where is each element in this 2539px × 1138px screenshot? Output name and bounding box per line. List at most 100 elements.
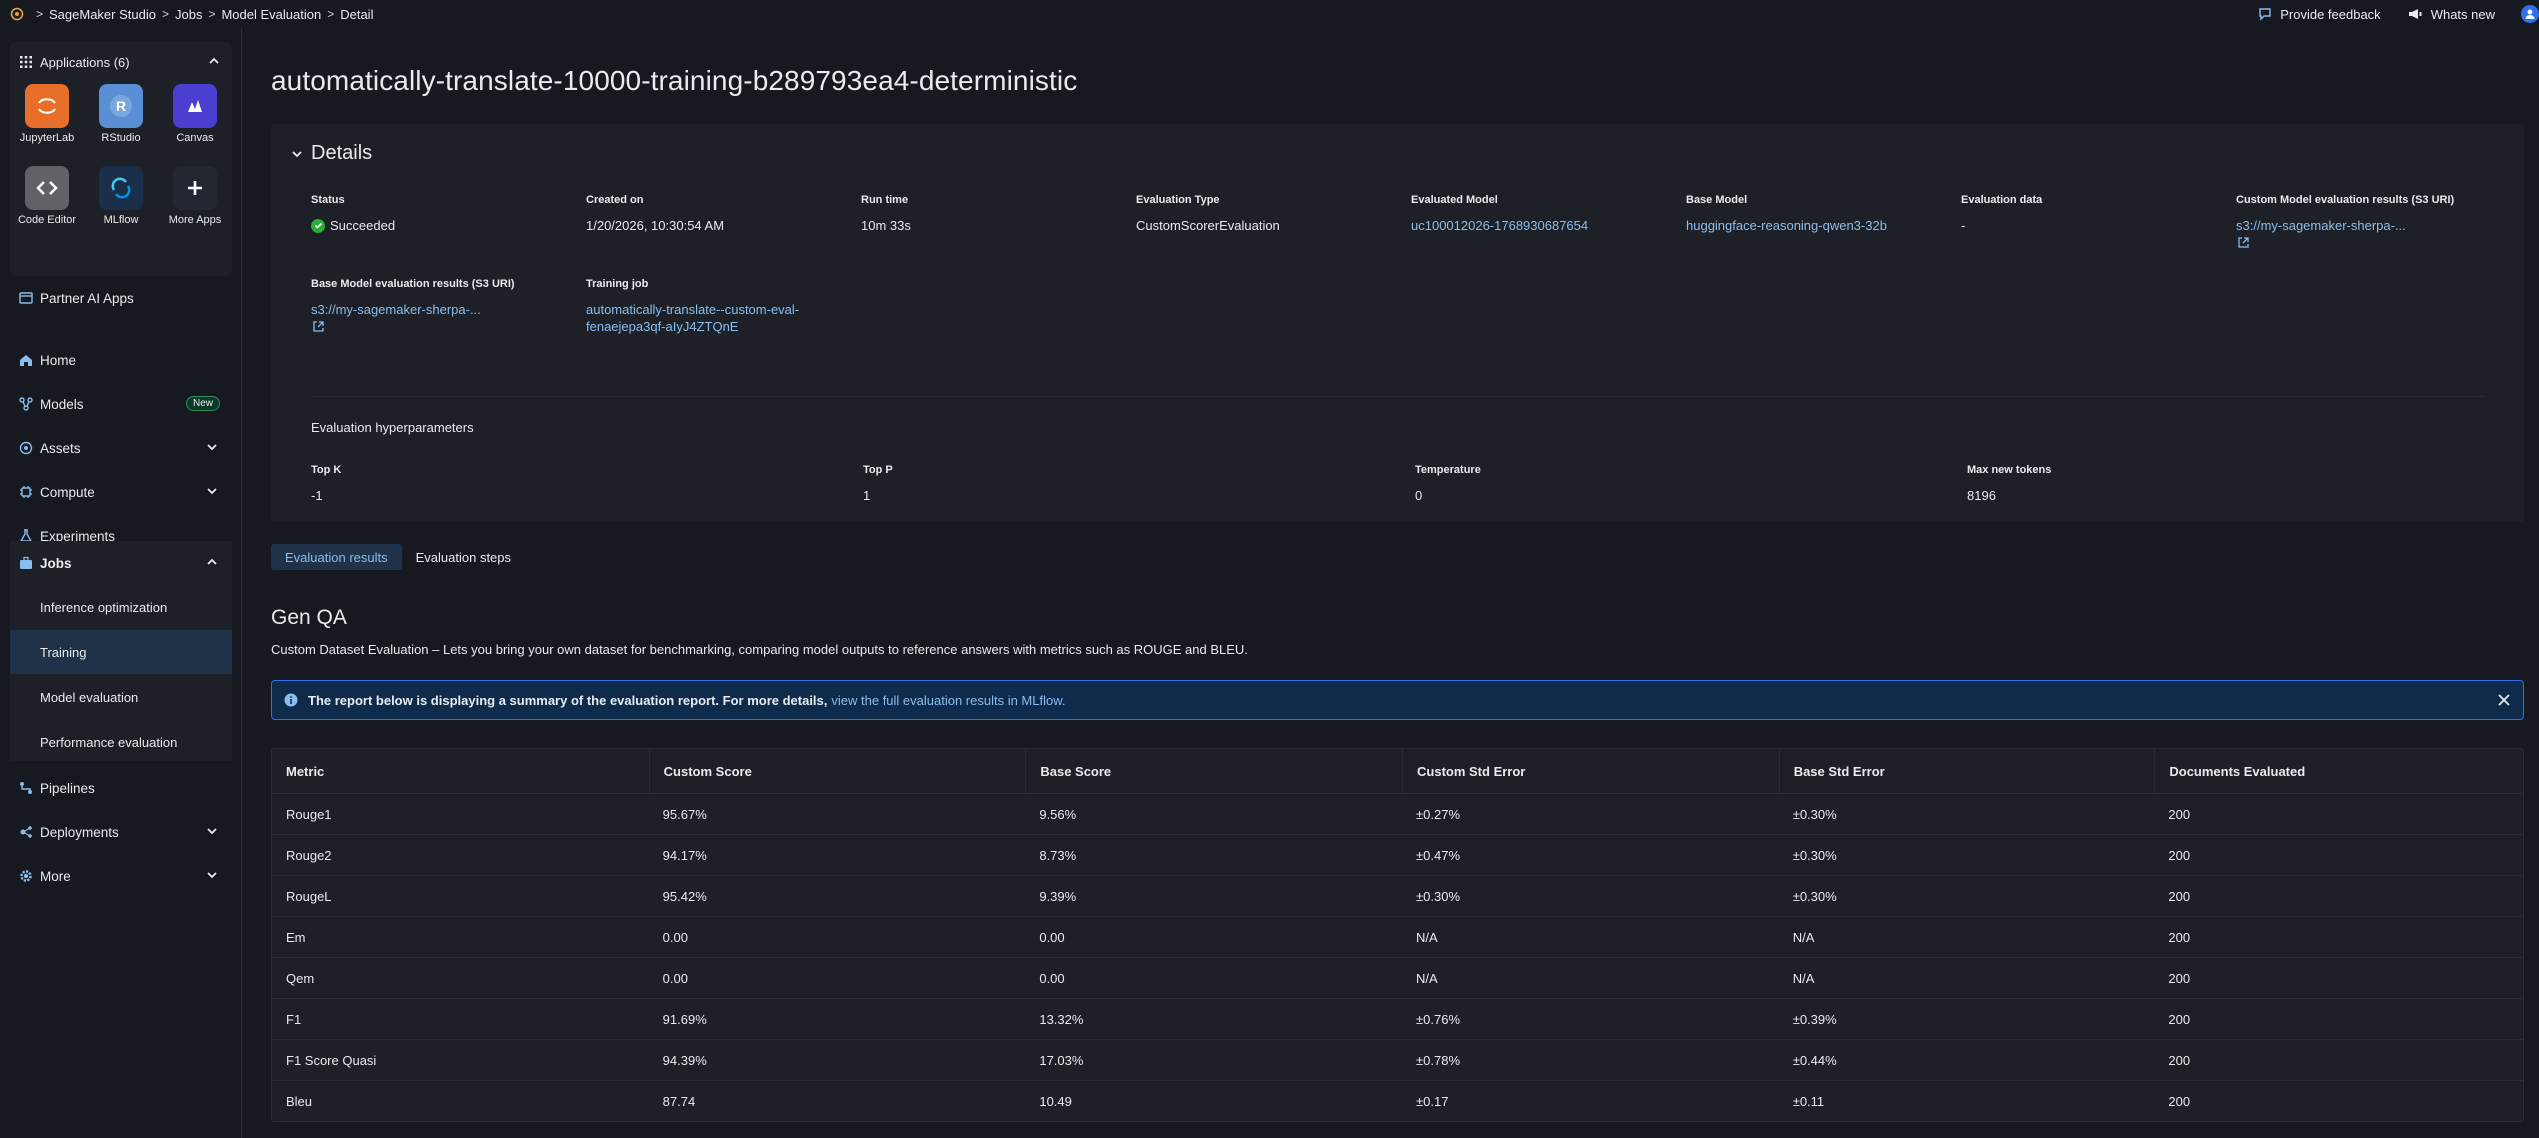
tab-evaluation-steps[interactable]: Evaluation steps xyxy=(402,544,525,570)
external-link-icon[interactable] xyxy=(2238,237,2249,248)
app-label: MLflow xyxy=(103,214,139,226)
grid-icon xyxy=(20,56,32,68)
mlflow-results-link[interactable]: view the full evaluation results in MLfl… xyxy=(831,693,1065,708)
chevron-right-icon: > xyxy=(327,7,335,21)
applications-panel: Applications (6) JupyterLab R RStudio Ca… xyxy=(10,42,232,276)
sidebar-item-models[interactable]: Models New xyxy=(0,382,232,426)
app-more-apps[interactable]: More Apps xyxy=(160,166,230,226)
table-cell: ±0.30% xyxy=(1792,806,1837,822)
alert-text: The report below is displaying a summary… xyxy=(308,692,828,708)
field-label: Top K xyxy=(311,464,342,476)
sidebar-item-pipelines[interactable]: Pipelines xyxy=(0,766,232,810)
table-cell: 200 xyxy=(2168,929,2191,945)
table-row: Rouge2 94.17% 8.73% ±0.47% ±0.30% 200 xyxy=(272,834,2523,875)
table-cell: N/A xyxy=(1792,970,1815,986)
sidebar-item-jobs[interactable]: Jobs xyxy=(0,541,232,585)
column-header-base-score[interactable]: Base Score xyxy=(1025,749,1402,793)
table-cell: 95.67% xyxy=(662,806,707,822)
breadcrumb-jobs[interactable]: Jobs xyxy=(175,7,202,22)
user-avatar[interactable] xyxy=(2521,5,2539,23)
chevron-down-icon xyxy=(207,872,217,879)
close-icon[interactable] xyxy=(2497,693,2511,707)
table-cell: F1 Score Quasi xyxy=(286,1052,377,1068)
table-cell: Rouge1 xyxy=(286,806,332,822)
app-jupyterlab[interactable]: JupyterLab xyxy=(12,84,82,144)
table-cell: ±0.30% xyxy=(1416,888,1461,904)
column-header-documents-evaluated[interactable]: Documents Evaluated xyxy=(2154,749,2523,793)
partner-apps-icon xyxy=(18,290,34,306)
sidebar-item-training[interactable]: Training xyxy=(10,630,232,674)
chevron-up-icon[interactable] xyxy=(208,55,220,67)
compute-icon xyxy=(18,484,34,500)
table-cell: ±0.30% xyxy=(1792,888,1837,904)
app-rstudio[interactable]: R RStudio xyxy=(86,84,156,144)
sidebar-item-model-evaluation[interactable]: Model evaluation xyxy=(10,675,232,719)
sidebar-item-assets[interactable]: Assets xyxy=(0,426,232,470)
provide-feedback-button[interactable]: Provide feedback xyxy=(2258,7,2381,22)
sidebar-item-label: Jobs xyxy=(40,555,72,571)
breadcrumb-model-evaluation[interactable]: Model Evaluation xyxy=(221,7,321,22)
app-code-editor[interactable]: Code Editor xyxy=(12,166,82,226)
code-editor-icon xyxy=(25,166,69,210)
info-icon xyxy=(284,693,298,707)
table-cell: 200 xyxy=(2168,847,2191,863)
custom-s3-link[interactable]: s3://my-sagemaker-sherpa-... xyxy=(2236,217,2454,234)
field-top-k: Top K -1 xyxy=(311,464,341,504)
sidebar-item-label: Models xyxy=(40,396,84,412)
applications-title: Applications (6) xyxy=(40,54,130,70)
field-label: Evaluation Type xyxy=(1136,194,1220,206)
column-header-metric[interactable]: Metric xyxy=(272,749,649,793)
sidebar-item-compute[interactable]: Compute xyxy=(0,470,232,514)
base-s3-link[interactable]: s3://my-sagemaker-sherpa-... xyxy=(311,301,515,318)
evaluated-model-link[interactable]: uc100012026-1768930687654 xyxy=(1411,217,1588,234)
details-toggle[interactable]: Details xyxy=(291,142,372,165)
assets-icon xyxy=(18,440,34,456)
external-link-icon[interactable] xyxy=(313,321,324,332)
table-cell: ±0.11 xyxy=(1792,1093,1825,1109)
table-cell: N/A xyxy=(1416,929,1438,945)
field-custom-s3-uri: Custom Model evaluation results (S3 URI)… xyxy=(2236,194,2454,248)
gear-icon xyxy=(18,868,34,884)
sidebar-item-more[interactable]: More xyxy=(0,854,232,898)
sidebar-item-performance-evaluation[interactable]: Performance evaluation xyxy=(10,720,232,764)
sidebar: Applications (6) JupyterLab R RStudio Ca… xyxy=(0,28,242,1138)
field-label: Status xyxy=(311,194,345,206)
whats-new-button[interactable]: Whats new xyxy=(2407,7,2495,22)
table-cell: ±0.44% xyxy=(1792,1052,1837,1068)
base-model-link[interactable]: huggingface-reasoning-qwen3-32b xyxy=(1686,217,1887,234)
results-tabs: Evaluation results Evaluation steps xyxy=(271,544,525,570)
column-header-custom-std-error[interactable]: Custom Std Error xyxy=(1402,749,1779,793)
models-icon xyxy=(18,396,34,412)
field-evaluated-model: Evaluated Model uc100012026-176893068765… xyxy=(1411,194,1588,234)
field-value: 8196 xyxy=(1967,488,1996,503)
table-cell: ±0.27% xyxy=(1416,806,1461,822)
app-label: JupyterLab xyxy=(19,132,75,144)
table-cell: 17.03% xyxy=(1039,1052,1084,1068)
field-label: Run time xyxy=(861,194,909,206)
field-temperature: Temperature 0 xyxy=(1415,464,1481,504)
sidebar-item-label: More xyxy=(40,868,71,884)
table-cell: N/A xyxy=(1416,970,1438,986)
field-value: CustomScorerEvaluation xyxy=(1136,218,1280,233)
sidebar-item-inference-optimization[interactable]: Inference optimization xyxy=(10,585,232,629)
canvas-icon xyxy=(173,84,217,128)
sidebar-item-deployments[interactable]: Deployments xyxy=(0,810,232,854)
training-job-link[interactable]: automatically-translate--custom-eval- fe… xyxy=(586,301,799,335)
table-cell: 95.42% xyxy=(662,888,707,904)
table-cell: ±0.30% xyxy=(1792,847,1837,863)
table-cell: 9.39% xyxy=(1039,888,1077,904)
applications-header[interactable]: Applications (6) xyxy=(20,52,222,72)
table-cell: RougeL xyxy=(286,888,332,904)
column-header-base-std-error[interactable]: Base Std Error xyxy=(1778,749,2155,793)
sidebar-item-home[interactable]: Home xyxy=(0,338,232,382)
app-canvas[interactable]: Canvas xyxy=(160,84,230,144)
status-value: Succeeded xyxy=(330,218,396,233)
briefcase-icon xyxy=(18,555,34,571)
sagemaker-logo-icon[interactable] xyxy=(10,7,24,21)
app-mlflow[interactable]: MLflow xyxy=(86,166,156,226)
sidebar-item-partner-ai-apps[interactable]: Partner AI Apps xyxy=(0,276,232,320)
tab-evaluation-results[interactable]: Evaluation results xyxy=(271,544,402,570)
chevron-right-icon: > xyxy=(208,7,216,21)
column-header-custom-score[interactable]: Custom Score xyxy=(648,749,1026,793)
breadcrumb-sagemaker-studio[interactable]: SageMaker Studio xyxy=(49,7,156,22)
